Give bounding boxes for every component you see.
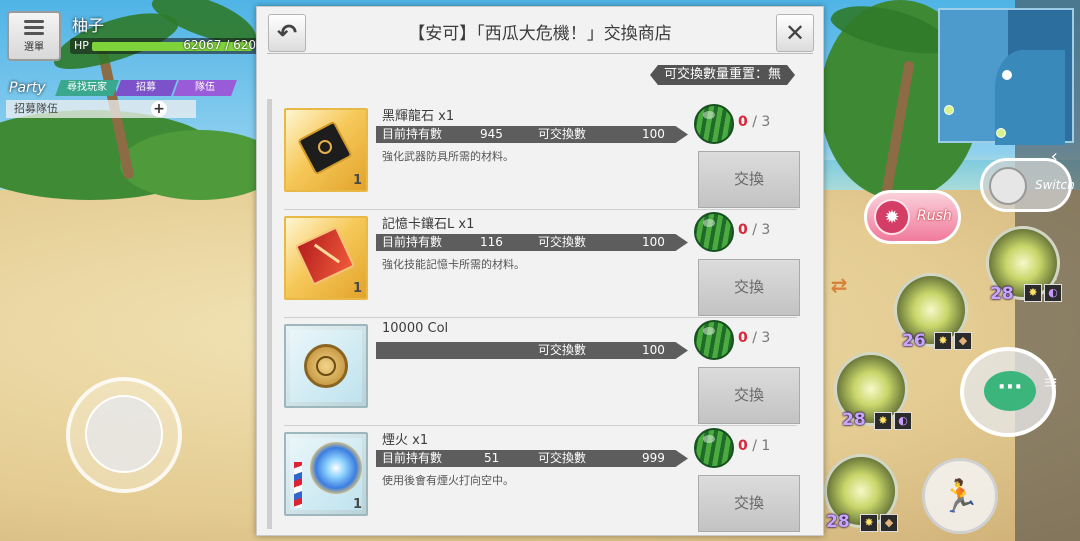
party-label: Party (9, 80, 46, 96)
close-button[interactable]: ✕ (776, 14, 814, 52)
scrollbar[interactable] (267, 99, 272, 529)
item-stat-bar: 可交換數 100 (376, 342, 688, 359)
chat-icon: ··· (984, 371, 1036, 411)
skill-element-icon: ◐ (894, 412, 912, 430)
hp-value: 62067 / 620 (183, 38, 256, 52)
item-stat-bar: 目前持有數 945 可交換數 100 (376, 126, 688, 143)
chat-button[interactable]: ··· (960, 347, 1056, 437)
skill-level: 28 (990, 284, 1014, 304)
owned-value: 945 (480, 127, 503, 141)
sprint-icon: 🏃 (940, 477, 980, 515)
main-menu-button[interactable]: 選單 (7, 11, 61, 61)
exchangeable-value: 999 (642, 451, 665, 465)
item-stat-bar: 目前持有數 51 可交換數 999 (376, 450, 688, 467)
back-arrow-icon: ↶ (276, 19, 298, 47)
item-name: 煙火 x1 (382, 433, 429, 448)
shop-item-row: 1 黑輝龍石 x1 目前持有數 945 可交換數 100 強化武器防具所需的材料… (278, 102, 805, 210)
exchange-button[interactable]: 交換 (698, 151, 800, 208)
shop-item-row: 1 煙火 x1 目前持有數 51 可交換數 999 使用後會有煙火打向空中。 0… (278, 426, 805, 534)
watermelon-currency-icon (694, 212, 734, 252)
party-tab-find-player[interactable]: 尋找玩家 (55, 80, 119, 96)
watermelon-currency-icon (694, 320, 734, 360)
shop-header: ↶ 【安可】「西瓜大危機！」交換商店 ✕ (257, 7, 823, 59)
exchange-limit: 0 / 3 (738, 330, 771, 346)
rush-button[interactable]: ✹ Rush (864, 190, 961, 244)
minimap-marker (944, 105, 954, 115)
exchangeable-value: 100 (642, 343, 665, 357)
reset-info-tag: 可交換數量重置：無 (650, 65, 795, 85)
col-coin-icon (284, 324, 368, 408)
switch-button[interactable]: Switch (980, 158, 1075, 212)
swap-icon[interactable]: ⇄ (822, 268, 856, 302)
back-button[interactable]: ↶ (268, 14, 306, 52)
header-divider (267, 53, 813, 54)
item-stat-bar: 目前持有數 116 可交換數 100 (376, 234, 688, 251)
party-tab-team[interactable]: 隊伍 (173, 80, 237, 96)
owned-label: 目前持有數 (382, 451, 443, 465)
skill-element-icon: ✸ (1024, 284, 1042, 302)
close-icon: ✕ (784, 19, 806, 47)
minimap[interactable] (938, 8, 1074, 145)
memory-card-stone-icon: 1 (284, 216, 368, 300)
rush-icon: ✹ (874, 199, 910, 235)
party-member-slot[interactable]: 招募隊伍 (6, 100, 196, 118)
exchange-shop-dialog: ↶ 【安可】「西瓜大危機！」交換商店 ✕ 可交換數量重置：無 1 黑輝龍石 x1… (256, 6, 824, 536)
skill-element-icon: ✸ (860, 514, 878, 532)
switch-icon (989, 167, 1027, 205)
skill-element-icon: ◐ (1044, 284, 1062, 302)
icon-count: 1 (352, 281, 362, 296)
exchange-button[interactable]: 交換 (698, 259, 800, 316)
exchangeable-label: 可交換數 (538, 235, 587, 249)
exchange-button[interactable]: 交換 (698, 367, 800, 424)
black-dragon-stone-icon: 1 (284, 108, 368, 192)
icon-count: 1 (352, 173, 362, 188)
shop-item-row: 1 記憶卡鑲石L x1 目前持有數 116 可交換數 100 強化技能記憶卡所需… (278, 210, 805, 318)
fireworks-icon: 1 (284, 432, 368, 516)
watermelon-currency-icon (694, 104, 734, 144)
exchange-limit: 0 / 1 (738, 438, 771, 454)
switch-label: Switch (1035, 178, 1075, 192)
exchange-limit: 0 / 3 (738, 114, 771, 130)
skill-element-icon: ✸ (934, 332, 952, 350)
player-name: 柚子 (72, 16, 105, 35)
minimap-marker (996, 128, 1006, 138)
skill-level: 28 (826, 512, 850, 532)
owned-value: 116 (480, 235, 503, 249)
item-name: 黑輝龍石 x1 (382, 109, 455, 124)
rush-label: Rush (917, 208, 952, 224)
owned-value: 51 (484, 451, 500, 465)
exchangeable-value: 100 (642, 127, 665, 141)
exchangeable-label: 可交換數 (538, 451, 587, 465)
skill-element-icon: ◆ (954, 332, 972, 350)
owned-label: 目前持有數 (382, 127, 443, 141)
item-description: 強化技能記憶卡所需的材料。 (382, 258, 525, 271)
item-name: 10000 Col (382, 321, 449, 336)
item-description: 使用後會有煙火打向空中。 (382, 474, 514, 487)
exchange-limit: 0 / 3 (738, 222, 771, 238)
exchangeable-label: 可交換數 (538, 343, 587, 357)
watermelon-currency-icon (694, 428, 734, 468)
skill-element-icon: ◆ (880, 514, 898, 532)
hp-label: HP (74, 39, 89, 52)
party-add-icon[interactable]: + (151, 101, 167, 117)
shop-item-row: 10000 Col 可交換數 100 0 / 3 交換 (278, 318, 805, 426)
shop-title: 【安可】「西瓜大危機！」交換商店 (408, 24, 672, 44)
sprint-button[interactable]: 🏃 (922, 458, 998, 534)
hp-gauge: HP 62067 / 620 (70, 38, 260, 54)
skill-element-icon: ✸ (874, 412, 892, 430)
owned-label: 目前持有數 (382, 235, 443, 249)
skill-level: 26 (902, 331, 926, 351)
icon-count: 1 (352, 497, 362, 512)
menu-icon (24, 20, 44, 35)
item-description: 強化武器防具所需的材料。 (382, 150, 514, 163)
party-tab-recruit[interactable]: 招募 (115, 80, 177, 96)
exchange-button[interactable]: 交換 (698, 475, 800, 532)
exchangeable-label: 可交換數 (538, 127, 587, 141)
minimap-marker (1002, 70, 1012, 80)
menu-label: 選單 (24, 42, 44, 53)
exchangeable-value: 100 (642, 235, 665, 249)
skill-level: 28 (842, 410, 866, 430)
joystick-knob[interactable] (85, 395, 163, 473)
item-name: 記憶卡鑲石L x1 (382, 217, 475, 232)
